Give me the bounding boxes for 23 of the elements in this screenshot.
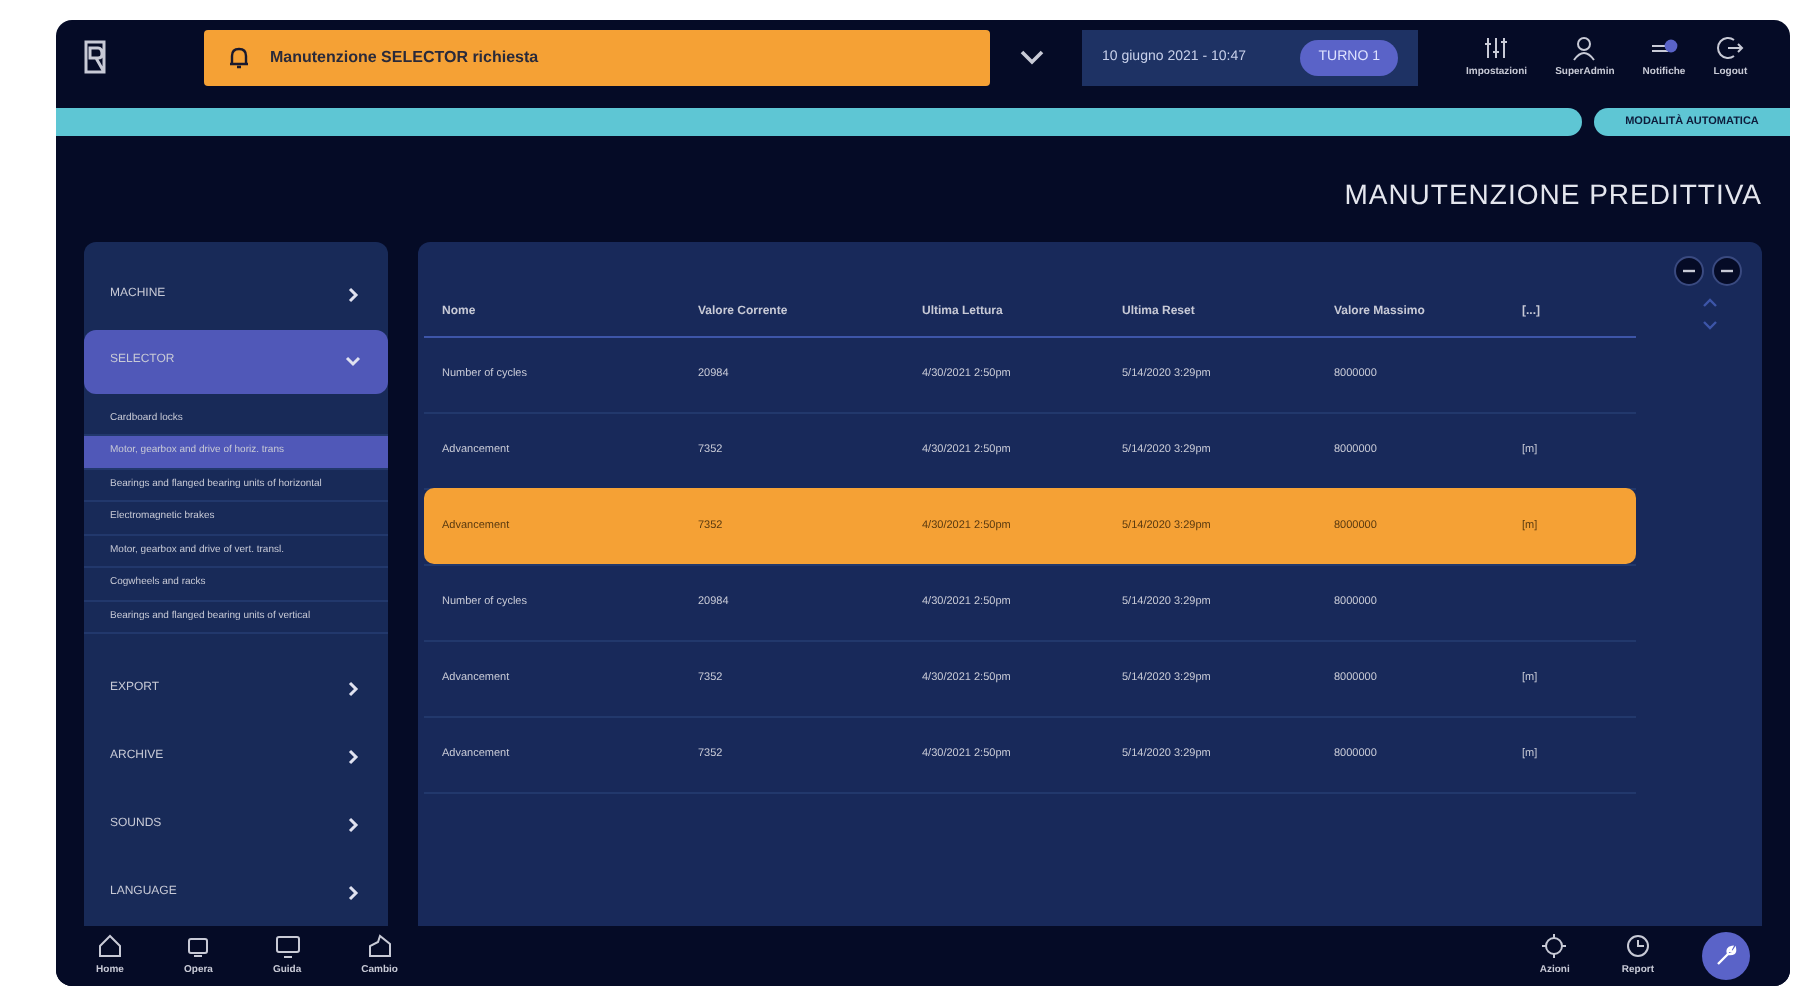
house-icon — [365, 932, 394, 961]
chevron-right-icon — [344, 747, 362, 766]
minus-icon[interactable] — [1712, 255, 1742, 286]
page-title: MANUTENZIONE PREDITTIVA — [1344, 175, 1762, 214]
monitor-icon — [273, 932, 302, 961]
target-icon — [1540, 932, 1569, 961]
minus-icon[interactable] — [1674, 255, 1704, 286]
wrench-icon — [1714, 944, 1738, 969]
logout-icon — [1716, 34, 1745, 63]
chevron-right-icon — [344, 679, 362, 698]
wrench-button[interactable] — [1702, 932, 1750, 981]
chevron-down-icon — [344, 352, 362, 371]
alert-banner[interactable]: Manutenzione SELECTOR richiesta — [204, 30, 990, 87]
chevron-right-icon — [344, 815, 362, 834]
chevron-right-icon — [344, 286, 362, 305]
alert-text: Manutenzione SELECTOR richiesta — [270, 46, 539, 71]
clock-icon — [1623, 932, 1652, 961]
logo-icon — [80, 38, 112, 79]
home-icon — [96, 932, 124, 961]
chevron-right-icon — [344, 883, 362, 902]
chevron-down-icon[interactable] — [1018, 48, 1046, 69]
sliders-icon — [1482, 34, 1511, 63]
user-icon — [1570, 34, 1599, 63]
